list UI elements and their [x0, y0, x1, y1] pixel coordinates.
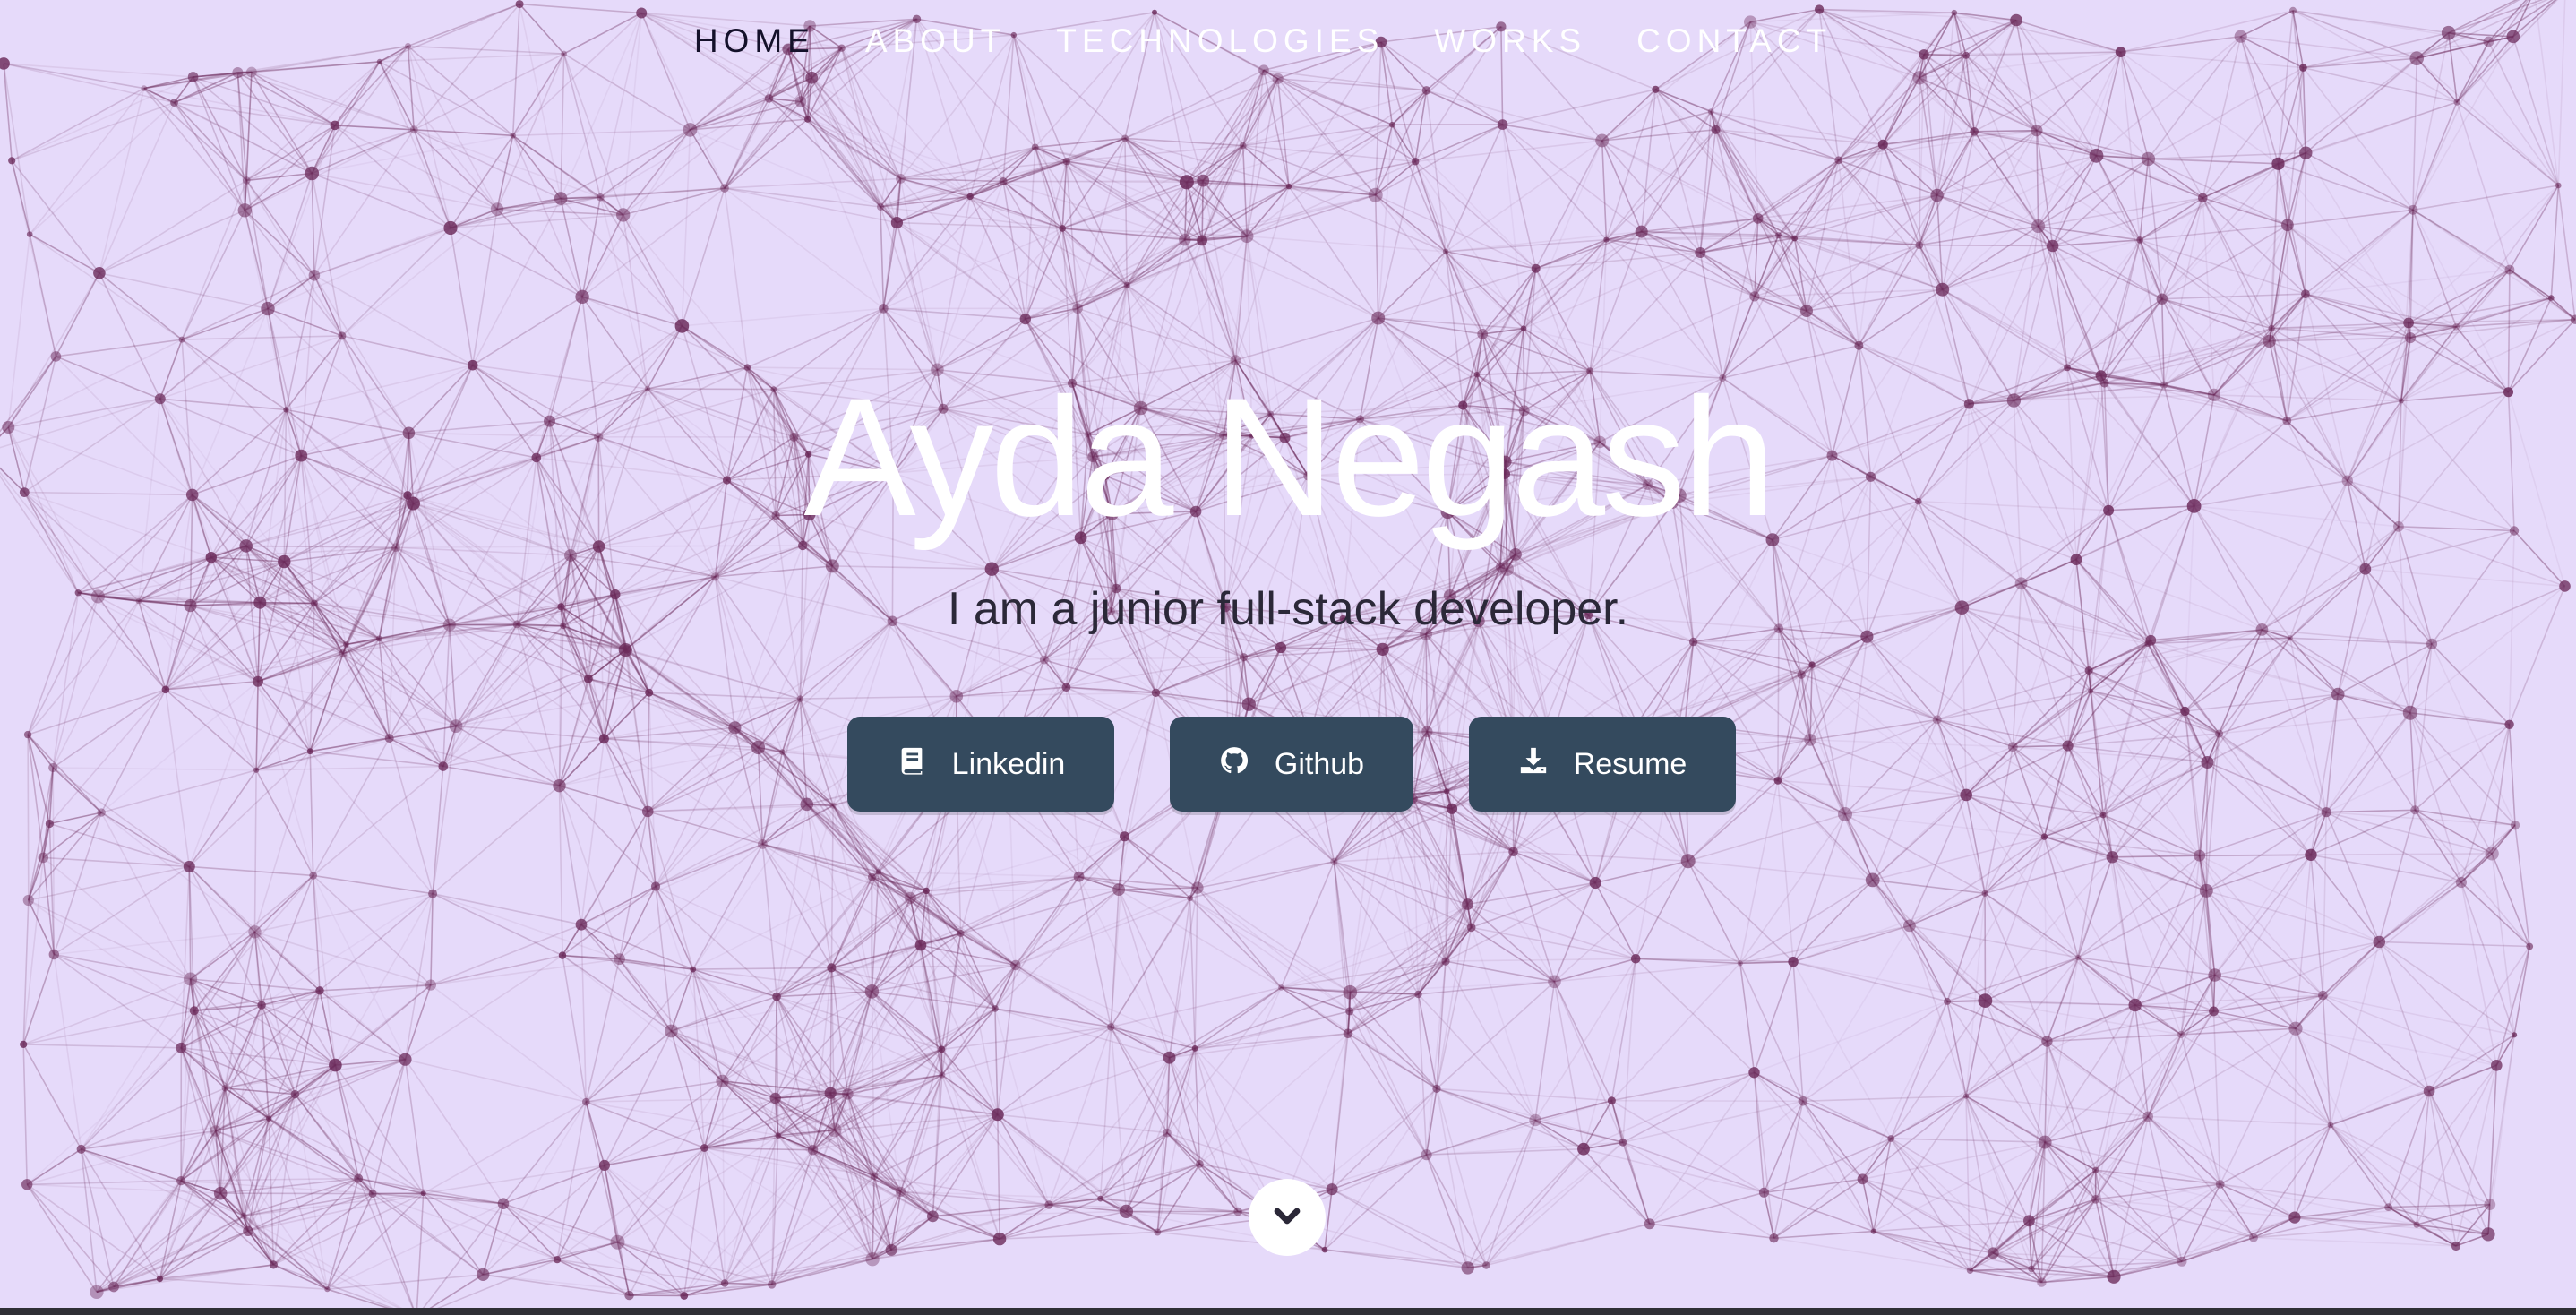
- page: HOME ABOUT TECHNOLOGIES WORKS CONTACT Ay…: [0, 0, 2576, 1315]
- nav-contact[interactable]: CONTACT: [1636, 20, 1832, 63]
- top-navigation: HOME ABOUT TECHNOLOGIES WORKS CONTACT: [0, 20, 2576, 63]
- hero-title: Ayda Negash: [803, 363, 1775, 551]
- download-icon: [1518, 745, 1549, 784]
- nav-technologies[interactable]: TECHNOLOGIES: [1056, 20, 1384, 63]
- github-icon: [1219, 745, 1249, 784]
- nav-home[interactable]: HOME: [694, 20, 815, 63]
- github-button-label: Github: [1274, 746, 1365, 781]
- nav-works[interactable]: WORKS: [1434, 20, 1586, 63]
- linkedin-button-label: Linkedin: [951, 746, 1066, 781]
- nav-about[interactable]: ABOUT: [865, 20, 1006, 63]
- network-lines: [0, 0, 2576, 1308]
- bottom-border: [0, 1308, 2576, 1315]
- hero-subtitle: I am a junior full-stack developer.: [947, 583, 1629, 635]
- resume-button-label: Resume: [1573, 746, 1687, 781]
- scroll-down-button[interactable]: [1249, 1179, 1326, 1256]
- hero-actions: Linkedin Github Resume: [0, 717, 2576, 812]
- resume-button[interactable]: Resume: [1469, 717, 1736, 812]
- book-icon: [897, 745, 927, 784]
- linkedin-button[interactable]: Linkedin: [847, 717, 1114, 812]
- particle-network-background: [0, 0, 2576, 1308]
- github-button[interactable]: Github: [1170, 717, 1413, 812]
- chevron-down-icon: [1266, 1194, 1309, 1242]
